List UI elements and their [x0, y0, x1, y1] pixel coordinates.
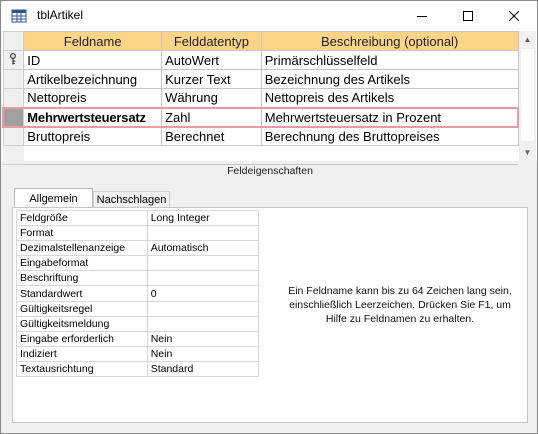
property-name: Beschriftung	[16, 270, 148, 287]
close-icon	[509, 11, 519, 21]
field-description-cell[interactable]: Mehrwertsteuersatz in Prozent	[260, 106, 519, 128]
field-description-cell[interactable]: Bezeichnung des Artikels	[260, 69, 519, 89]
table-design-window: tblArtikel Feldname Felddatentyp Beschre…	[0, 0, 538, 434]
property-row[interactable]: Gültigkeitsmeldung	[16, 315, 260, 332]
empty-cell[interactable]	[161, 145, 262, 165]
title-bar[interactable]: tblArtikel	[1, 1, 537, 31]
property-row[interactable]: Eingabe erforderlich Nein	[16, 330, 260, 347]
property-row[interactable]: Indiziert Nein	[16, 345, 260, 362]
field-name-cell[interactable]: Nettopreis	[23, 88, 163, 108]
field-type-cell[interactable]: Kurzer Text	[161, 69, 262, 89]
field-description-cell[interactable]: Primärschlüsselfeld	[260, 50, 519, 70]
row-selector-current[interactable]	[2, 106, 25, 128]
empty-row[interactable]	[3, 145, 518, 165]
properties-table: Feldgröße Long Integer Format Dezimalstel…	[16, 209, 260, 378]
property-value[interactable]	[146, 300, 260, 317]
property-value[interactable]: Nein	[146, 330, 260, 347]
property-value[interactable]: Automatisch	[146, 240, 260, 257]
row-selector[interactable]	[2, 88, 25, 108]
tab-general[interactable]: Allgemein	[14, 188, 93, 208]
property-row[interactable]: Beschriftung	[16, 270, 260, 287]
field-properties-label: Feldeigenschaften	[227, 165, 313, 177]
property-row[interactable]: Standardwert 0	[16, 285, 260, 302]
property-name: Standardwert	[16, 285, 148, 302]
close-button[interactable]	[491, 1, 537, 31]
table-row-current[interactable]: Mehrwertsteuersatz Zahl Mehrwertsteuersa…	[2, 106, 519, 128]
property-name: Textausrichtung	[16, 360, 148, 378]
field-name-text: Mehrwertsteuersatz	[27, 109, 146, 125]
property-name: Indiziert	[16, 345, 148, 362]
grid-header-row: Feldname Felddatentyp Beschreibung (opti…	[2, 31, 519, 51]
table-row[interactable]: Nettopreis Währung Nettopreis des Artike…	[2, 88, 519, 108]
minimize-icon	[417, 16, 427, 17]
maximize-icon	[463, 11, 473, 21]
field-type-cell[interactable]: AutoWert	[161, 50, 262, 70]
primary-key-icon	[9, 52, 17, 68]
field-grid-area: Feldname Felddatentyp Beschreibung (opti…	[2, 31, 537, 165]
field-description-cell[interactable]: Nettopreis des Artikels	[260, 88, 519, 108]
table-row[interactable]: Bruttopreis Berechnet Berechnung des Bru…	[2, 126, 519, 146]
properties-panel: Feldgröße Long Integer Format Dezimalstel…	[12, 207, 528, 423]
table-row[interactable]: ID AutoWert Primärschlüsselfeld	[2, 50, 519, 70]
column-header-description[interactable]: Beschreibung (optional)	[260, 31, 519, 51]
property-value[interactable]	[146, 315, 260, 332]
scroll-up-arrow-icon[interactable]: ▲	[519, 31, 536, 48]
maximize-button[interactable]	[445, 1, 491, 31]
minimize-button[interactable]	[399, 1, 445, 31]
property-row[interactable]: Format	[16, 225, 260, 242]
column-header-datatype[interactable]: Felddatentyp	[161, 31, 262, 51]
field-name-cell[interactable]: Bruttopreis	[23, 126, 163, 146]
field-name-cell[interactable]: ID	[23, 50, 163, 70]
table-icon	[11, 8, 27, 24]
field-description-cell[interactable]: Berechnung des Bruttopreises	[260, 126, 519, 146]
empty-cell[interactable]	[261, 145, 518, 165]
property-value[interactable]: Standard	[146, 360, 260, 378]
property-row[interactable]: Feldgröße Long Integer	[16, 209, 260, 227]
field-name-cell[interactable]: Artikelbezeichnung	[23, 69, 163, 89]
property-value[interactable]	[146, 270, 260, 287]
row-selector[interactable]	[2, 126, 25, 146]
field-type-cell[interactable]: Währung	[161, 88, 262, 108]
grid-corner-selector[interactable]	[2, 31, 25, 51]
property-name: Eingabe erforderlich	[16, 330, 148, 347]
scroll-thumb[interactable]	[520, 48, 535, 142]
row-selector[interactable]	[2, 50, 25, 70]
field-type-cell[interactable]: Zahl	[161, 106, 262, 128]
property-row[interactable]: Dezimalstellenanzeige Automatisch	[16, 240, 260, 257]
help-text: Ein Feldname kann bis zu 64 Zeichen lang…	[288, 285, 512, 325]
empty-cell[interactable]	[23, 145, 162, 165]
property-name: Dezimalstellenanzeige	[16, 240, 148, 257]
row-selector[interactable]	[2, 69, 25, 89]
property-name: Eingabeformat	[16, 255, 148, 272]
property-name: Gültigkeitsregel	[16, 300, 148, 317]
tab-lookup[interactable]: Nachschlagen	[93, 191, 170, 208]
field-name-cell[interactable]: Mehrwertsteuersatz	[23, 106, 163, 128]
property-name: Feldgröße	[16, 209, 148, 227]
property-row[interactable]: Textausrichtung Standard	[16, 360, 260, 378]
property-value[interactable]	[146, 255, 260, 272]
property-value[interactable]	[146, 225, 260, 242]
property-row[interactable]: Eingabeformat	[16, 255, 260, 272]
property-value[interactable]: Long Integer	[146, 209, 260, 227]
scroll-down-arrow-icon[interactable]: ▼	[519, 144, 536, 161]
vertical-scrollbar[interactable]: ▲ ▼	[519, 31, 536, 161]
column-header-fieldname[interactable]: Feldname	[23, 31, 163, 51]
field-grid: Feldname Felddatentyp Beschreibung (opti…	[2, 31, 519, 165]
property-value[interactable]: 0	[146, 285, 260, 302]
property-row[interactable]: Gültigkeitsregel	[16, 300, 260, 317]
row-selector[interactable]	[3, 145, 24, 165]
property-value[interactable]: Nein	[146, 345, 260, 362]
property-name: Gültigkeitsmeldung	[16, 315, 148, 332]
window-title: tblArtikel	[37, 8, 84, 22]
table-row[interactable]: Artikelbezeichnung Kurzer Text Bezeichnu…	[2, 69, 519, 89]
field-type-cell[interactable]: Berechnet	[161, 126, 262, 146]
property-name: Format	[16, 225, 148, 242]
